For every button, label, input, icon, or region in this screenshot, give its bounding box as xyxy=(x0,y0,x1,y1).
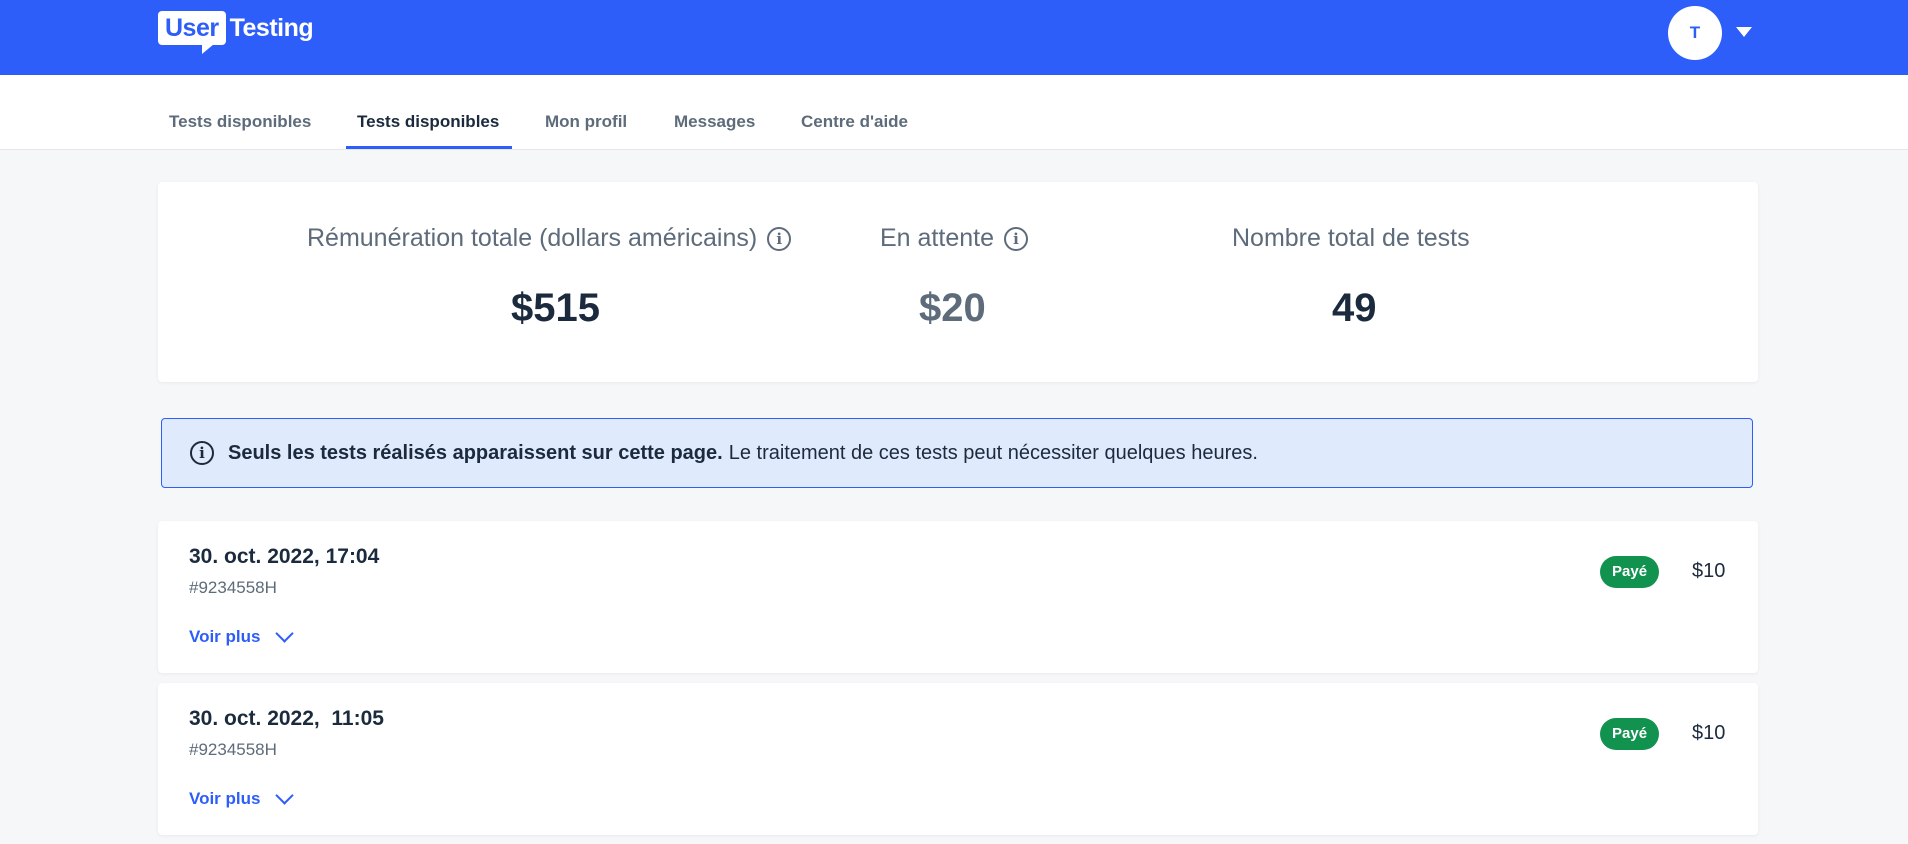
usertesting-logo[interactable]: User Testing xyxy=(158,11,314,55)
info-notice: i Seuls les tests réalisés apparaissent … xyxy=(161,418,1753,488)
test-id: #9234558H xyxy=(189,740,277,759)
test-amount: $10 xyxy=(1692,722,1726,744)
total-earnings-label-text: Rémunération totale (dollars américains) xyxy=(307,224,758,252)
top-bar: User Testing T xyxy=(0,0,1908,75)
pending-label: En attente i xyxy=(880,224,1028,253)
tab-tests-disponibles[interactable]: Tests disponibles xyxy=(169,75,311,150)
test-amount: $10 xyxy=(1692,560,1726,582)
notice-bold-text: Seuls les tests réalisés apparaissent su… xyxy=(228,441,723,464)
list-item: 30. oct. 2022, 17:04 #9234558H Voir plus… xyxy=(158,521,1758,673)
logo-user-text: User xyxy=(158,11,226,54)
tab-tests-disponibles-active[interactable]: Tests disponibles xyxy=(357,75,499,150)
total-tests-label: Nombre total de tests xyxy=(1232,224,1470,252)
chevron-down-icon xyxy=(275,623,295,643)
notice-text: Le traitement de ces tests peut nécessit… xyxy=(728,441,1258,464)
info-icon: i xyxy=(190,441,214,465)
see-more-label: Voir plus xyxy=(189,789,261,808)
test-date: 30. oct. 2022, 17:04 xyxy=(189,545,380,568)
chevron-down-icon[interactable] xyxy=(1736,27,1752,37)
main-nav: Tests disponibles Tests disponibles Mon … xyxy=(0,75,1908,150)
info-icon[interactable]: i xyxy=(767,226,792,251)
chevron-down-icon xyxy=(275,785,295,805)
status-badge: Payé xyxy=(1600,556,1660,588)
see-more-link[interactable]: Voir plus xyxy=(189,785,295,809)
list-item: 30. oct. 2022, 11:05 #9234558H Voir plus… xyxy=(158,683,1758,835)
total-tests-value: 49 xyxy=(1332,286,1377,330)
logo-testing-text: Testing xyxy=(229,14,314,42)
test-id: #9234558H xyxy=(189,578,277,597)
total-earnings-value: $515 xyxy=(511,286,600,330)
info-icon[interactable]: i xyxy=(1003,226,1028,251)
active-tab-underline xyxy=(346,146,512,149)
tab-messages[interactable]: Messages xyxy=(674,75,755,150)
see-more-label: Voir plus xyxy=(189,627,261,646)
see-more-link[interactable]: Voir plus xyxy=(189,623,295,647)
earnings-summary-card: Rémunération totale (dollars américains)… xyxy=(158,182,1758,382)
pending-label-text: En attente xyxy=(880,224,994,252)
status-badge: Payé xyxy=(1600,718,1660,750)
tab-centre-aide[interactable]: Centre d'aide xyxy=(801,75,908,150)
test-date: 30. oct. 2022, 11:05 xyxy=(189,707,384,730)
avatar[interactable]: T xyxy=(1668,6,1722,60)
pending-value: $20 xyxy=(919,286,986,330)
tab-mon-profil[interactable]: Mon profil xyxy=(545,75,627,150)
total-earnings-label: Rémunération totale (dollars américains)… xyxy=(307,224,792,253)
